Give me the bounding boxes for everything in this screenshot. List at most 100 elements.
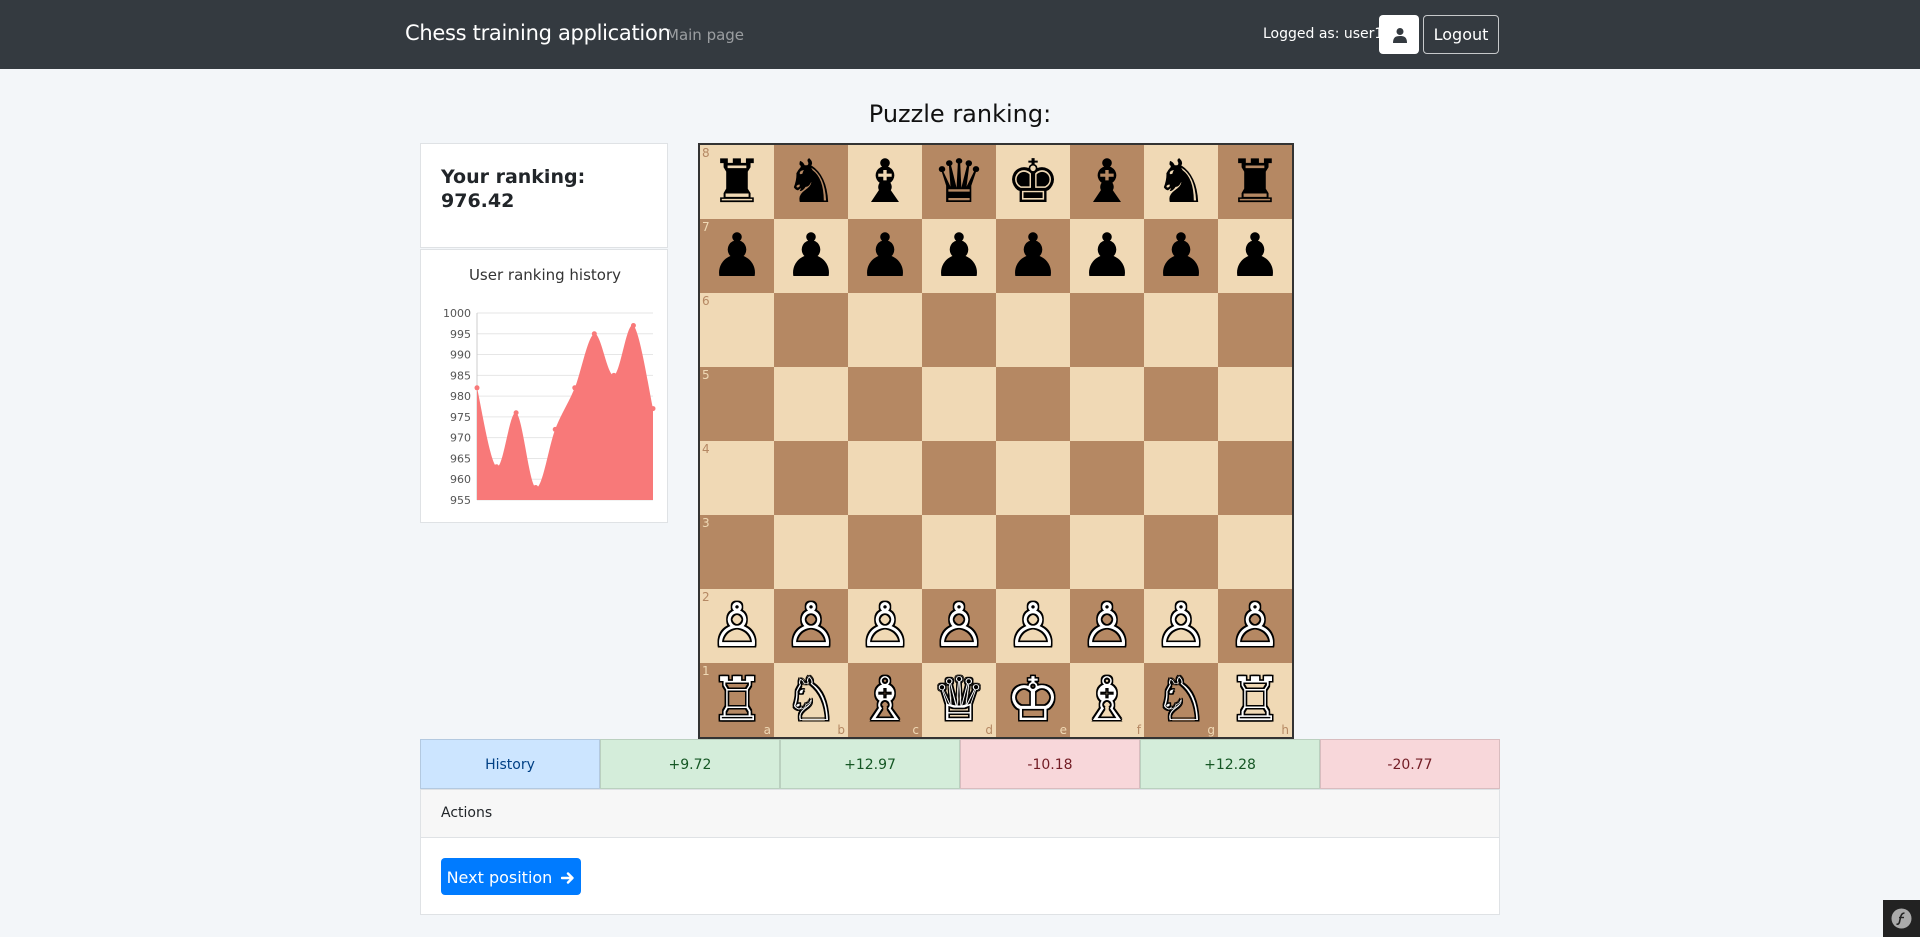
next-position-button[interactable]: Next position xyxy=(441,858,581,895)
board-square[interactable]: ♝ xyxy=(848,145,922,219)
chess-piece[interactable]: ♞ xyxy=(1144,145,1218,219)
board-square[interactable] xyxy=(996,367,1070,441)
chess-piece[interactable]: ♝ xyxy=(1070,145,1144,219)
board-square[interactable] xyxy=(1218,367,1292,441)
board-square[interactable]: ♙ xyxy=(922,589,996,663)
chess-piece[interactable]: ♖ xyxy=(1218,663,1292,737)
board-square[interactable] xyxy=(848,515,922,589)
board-square[interactable] xyxy=(774,367,848,441)
chess-piece[interactable]: ♙ xyxy=(996,589,1070,663)
board-square[interactable]: ♛ xyxy=(922,145,996,219)
board-square[interactable]: g ♘ xyxy=(1144,663,1218,737)
board-square[interactable]: 4 xyxy=(700,441,774,515)
profile-button[interactable] xyxy=(1379,15,1419,54)
chess-piece[interactable]: ♔ xyxy=(996,663,1070,737)
board-square[interactable]: ♟ xyxy=(1144,219,1218,293)
board-square[interactable]: 7 ♟ xyxy=(700,219,774,293)
data-point[interactable] xyxy=(513,410,519,416)
board-square[interactable] xyxy=(1218,515,1292,589)
board-square[interactable]: d ♕ xyxy=(922,663,996,737)
chess-piece[interactable]: ♝ xyxy=(848,145,922,219)
board-square[interactable]: b ♘ xyxy=(774,663,848,737)
chess-piece[interactable]: ♚ xyxy=(996,145,1070,219)
data-point[interactable] xyxy=(552,426,558,432)
board-square[interactable] xyxy=(774,293,848,367)
board-square[interactable] xyxy=(922,515,996,589)
board-square[interactable]: ♙ xyxy=(996,589,1070,663)
chess-piece[interactable]: ♙ xyxy=(1218,589,1292,663)
board-square[interactable] xyxy=(1070,293,1144,367)
board-square[interactable]: ♟ xyxy=(1218,219,1292,293)
chess-piece[interactable]: ♙ xyxy=(1144,589,1218,663)
board-square[interactable] xyxy=(848,367,922,441)
app-brand[interactable]: Chess training application xyxy=(405,21,671,45)
board-square[interactable]: ♙ xyxy=(1218,589,1292,663)
data-point[interactable] xyxy=(611,372,617,378)
chess-piece[interactable]: ♖ xyxy=(700,663,774,737)
chess-piece[interactable]: ♟ xyxy=(996,219,1070,293)
board-square[interactable] xyxy=(922,441,996,515)
chess-piece[interactable]: ♙ xyxy=(1070,589,1144,663)
board-square[interactable] xyxy=(774,441,848,515)
main-page-link[interactable]: Main page xyxy=(666,26,744,44)
board-square[interactable] xyxy=(848,441,922,515)
chess-piece[interactable]: ♟ xyxy=(922,219,996,293)
data-point[interactable] xyxy=(650,406,656,412)
board-square[interactable]: ♞ xyxy=(1144,145,1218,219)
board-square[interactable] xyxy=(774,515,848,589)
board-square[interactable]: 3 xyxy=(700,515,774,589)
chess-piece[interactable]: ♙ xyxy=(774,589,848,663)
board-square[interactable]: c ♗ xyxy=(848,663,922,737)
chess-piece[interactable]: ♟ xyxy=(700,219,774,293)
chess-piece[interactable]: ♟ xyxy=(774,219,848,293)
board-square[interactable] xyxy=(1144,441,1218,515)
debug-toolbar-toggle[interactable] xyxy=(1883,900,1920,937)
board-square[interactable] xyxy=(996,441,1070,515)
chess-piece[interactable]: ♞ xyxy=(774,145,848,219)
board-square[interactable]: ♟ xyxy=(996,219,1070,293)
board-square[interactable]: 5 xyxy=(700,367,774,441)
board-square[interactable]: 6 xyxy=(700,293,774,367)
board-square[interactable]: ♙ xyxy=(774,589,848,663)
board-square[interactable]: ♙ xyxy=(1070,589,1144,663)
board-square[interactable]: ♚ xyxy=(996,145,1070,219)
chess-piece[interactable]: ♙ xyxy=(700,589,774,663)
board-square[interactable]: 1 a ♖ xyxy=(700,663,774,737)
board-square[interactable]: h ♖ xyxy=(1218,663,1292,737)
board-square[interactable] xyxy=(922,293,996,367)
board-square[interactable]: ♟ xyxy=(922,219,996,293)
board-square[interactable]: ♟ xyxy=(1070,219,1144,293)
chess-piece[interactable]: ♗ xyxy=(848,663,922,737)
chess-piece[interactable]: ♕ xyxy=(922,663,996,737)
chess-piece[interactable]: ♙ xyxy=(848,589,922,663)
chess-piece[interactable]: ♟ xyxy=(848,219,922,293)
chess-piece[interactable]: ♘ xyxy=(774,663,848,737)
board-square[interactable] xyxy=(1070,441,1144,515)
board-square[interactable]: ♟ xyxy=(774,219,848,293)
chess-board[interactable]: 8 ♜ ♞ ♝ ♛ ♚ ♝ ♞ ♜ 7 ♟ ♟ ♟ ♟ ♟ ♟ ♟ ♟ 6 5 4 3 2 ♙ ♙ ♙ ♙ ♙ ♙ ♙ ♙ 1 a ♖ b ♘ c ♗ d ♕… xyxy=(698,143,1294,739)
chess-piece[interactable]: ♟ xyxy=(1144,219,1218,293)
chess-piece[interactable]: ♙ xyxy=(922,589,996,663)
board-square[interactable] xyxy=(1070,515,1144,589)
chess-piece[interactable]: ♜ xyxy=(700,145,774,219)
board-square[interactable] xyxy=(1218,441,1292,515)
board-square[interactable] xyxy=(922,367,996,441)
chess-piece[interactable]: ♛ xyxy=(922,145,996,219)
board-square[interactable] xyxy=(1144,515,1218,589)
board-square[interactable]: 8 ♜ xyxy=(700,145,774,219)
data-point[interactable] xyxy=(591,331,597,337)
board-square[interactable] xyxy=(1144,293,1218,367)
board-square[interactable] xyxy=(1218,293,1292,367)
board-square[interactable] xyxy=(1144,367,1218,441)
board-square[interactable] xyxy=(996,515,1070,589)
data-point[interactable] xyxy=(572,385,578,391)
board-square[interactable]: ♙ xyxy=(1144,589,1218,663)
logout-button[interactable]: Logout xyxy=(1423,15,1499,54)
data-point[interactable] xyxy=(494,464,500,470)
board-square[interactable]: 2 ♙ xyxy=(700,589,774,663)
chess-piece[interactable]: ♘ xyxy=(1144,663,1218,737)
chess-piece[interactable]: ♜ xyxy=(1218,145,1292,219)
board-square[interactable]: f ♗ xyxy=(1070,663,1144,737)
chess-piece[interactable]: ♟ xyxy=(1070,219,1144,293)
data-point[interactable] xyxy=(533,485,539,491)
